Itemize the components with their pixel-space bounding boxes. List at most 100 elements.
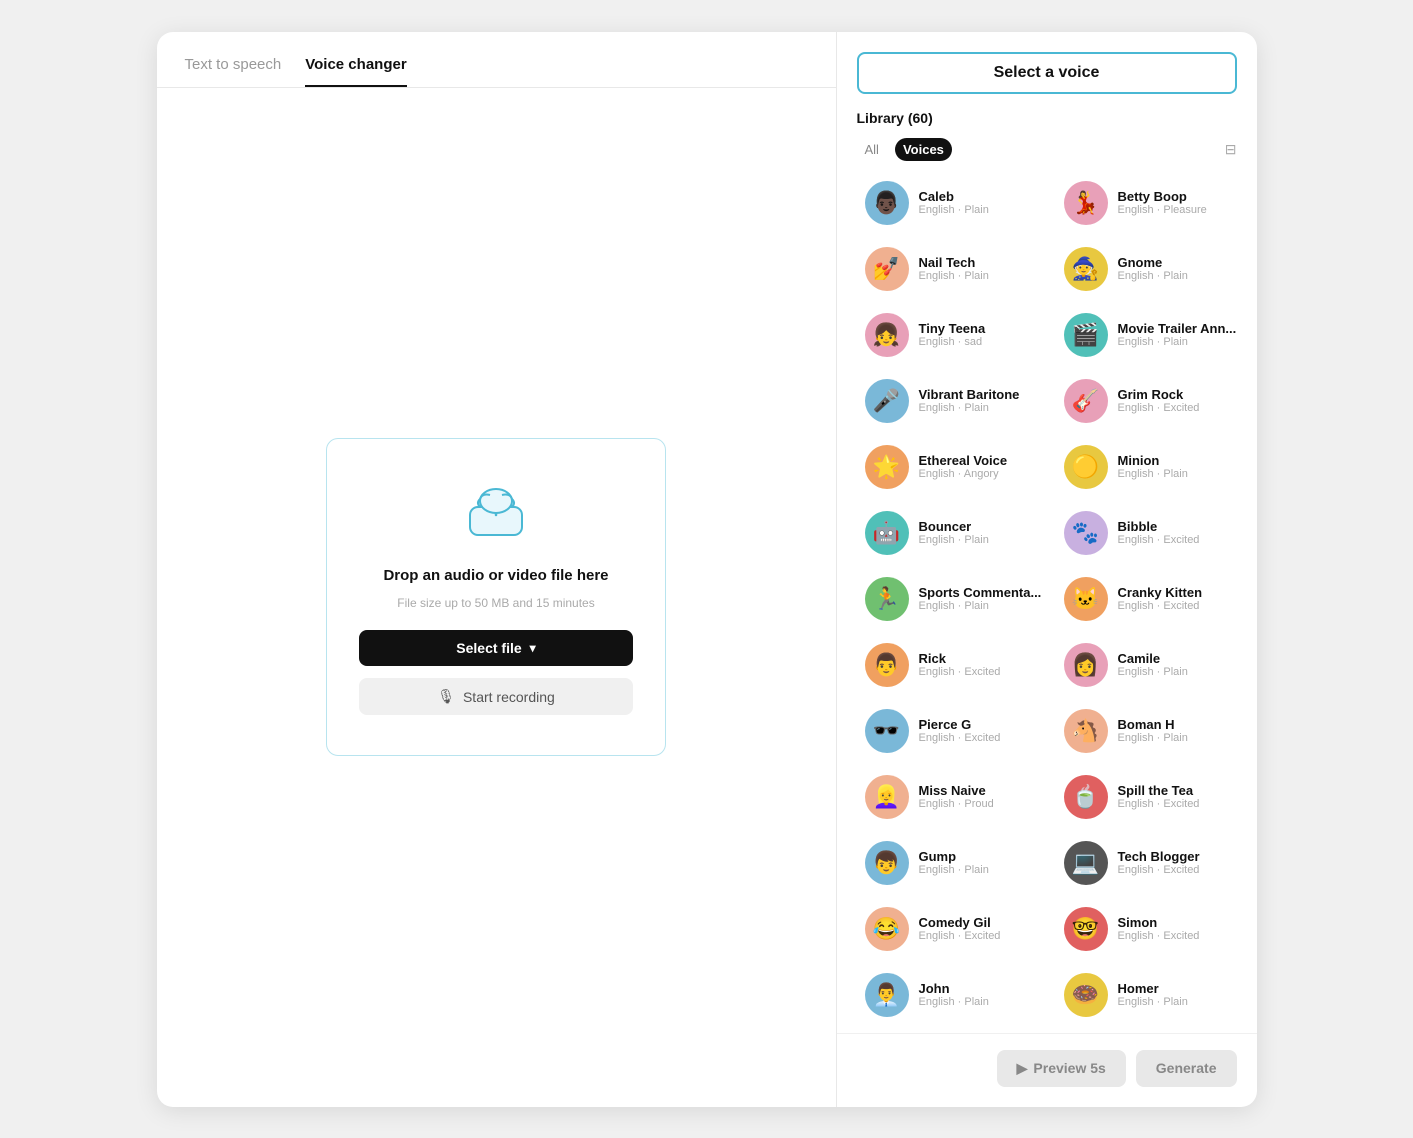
select-file-label: Select file — [456, 640, 521, 656]
right-panel: Select a voice Library (60) All Voices ⊟… — [837, 32, 1257, 1107]
voice-item[interactable]: 🟡 Minion English · Plain — [1056, 437, 1249, 497]
voice-name: Pierce G — [919, 717, 1001, 732]
voice-item[interactable]: 👱‍♀️ Miss Naive English · Proud — [857, 767, 1050, 827]
voice-sub: English · Plain — [1118, 270, 1188, 282]
voice-sub: English · Plain — [919, 270, 989, 282]
voice-item[interactable]: 👨🏿 Caleb English · Plain — [857, 173, 1050, 233]
voice-avatar: 🟡 — [1064, 445, 1108, 489]
voice-item[interactable]: 🕶️ Pierce G English · Excited — [857, 701, 1050, 761]
voice-info: Tech Blogger English · Excited — [1118, 849, 1200, 876]
voice-item[interactable]: 🎸 Grim Rock English · Excited — [1056, 371, 1249, 431]
voice-item[interactable]: 🍩 Homer English · Plain — [1056, 965, 1249, 1025]
generate-button[interactable]: Generate — [1136, 1050, 1237, 1087]
voice-name: Comedy Gil — [919, 915, 1001, 930]
preview-button[interactable]: ▶ Preview 5s — [997, 1050, 1126, 1087]
voice-info: Caleb English · Plain — [919, 189, 989, 216]
voice-avatar: 🤖 — [865, 511, 909, 555]
voice-avatar: 🍩 — [1064, 973, 1108, 1017]
tabs-bar: Text to speech Voice changer — [157, 32, 836, 88]
voice-name: Grim Rock — [1118, 387, 1200, 402]
voice-info: Minion English · Plain — [1118, 453, 1188, 480]
voice-item[interactable]: 😂 Comedy Gil English · Excited — [857, 899, 1050, 959]
voice-item[interactable]: 🐾 Bibble English · Excited — [1056, 503, 1249, 563]
filter-icon[interactable]: ⊟ — [1225, 141, 1237, 158]
voice-item[interactable]: 💻 Tech Blogger English · Excited — [1056, 833, 1249, 893]
voice-item[interactable]: 💃 Betty Boop English · Pleasure — [1056, 173, 1249, 233]
voices-grid: 👨🏿 Caleb English · Plain 💃 Betty Boop En… — [857, 173, 1249, 1025]
voice-info: Miss Naive English · Proud — [919, 783, 994, 810]
tab-voice-changer[interactable]: Voice changer — [305, 56, 406, 87]
voice-name: Simon — [1118, 915, 1200, 930]
voice-info: Spill the Tea English · Excited — [1118, 783, 1200, 810]
voice-info: Comedy Gil English · Excited — [919, 915, 1001, 942]
voice-item[interactable]: 👧 Tiny Teena English · sad — [857, 305, 1050, 365]
voice-avatar: 👨🏿 — [865, 181, 909, 225]
voice-item[interactable]: 🏃 Sports Commenta... English · Plain — [857, 569, 1050, 629]
voice-info: Movie Trailer Ann... English · Plain — [1118, 321, 1237, 348]
voice-sub: English · Excited — [919, 666, 1001, 678]
voice-name: Nail Tech — [919, 255, 989, 270]
voice-sub: English · Plain — [1118, 732, 1188, 744]
voice-name: Betty Boop — [1118, 189, 1207, 204]
voice-name: Sports Commenta... — [919, 585, 1042, 600]
voice-info: Gnome English · Plain — [1118, 255, 1188, 282]
chevron-down-icon: ▾ — [530, 641, 536, 655]
voice-item[interactable]: 👩 Camile English · Plain — [1056, 635, 1249, 695]
left-panel: Text to speech Voice changer Drop an aud… — [157, 32, 837, 1107]
voice-info: Sports Commenta... English · Plain — [919, 585, 1042, 612]
voice-item[interactable]: 🤖 Bouncer English · Plain — [857, 503, 1050, 563]
record-label: Start recording — [463, 689, 555, 705]
filter-all[interactable]: All — [857, 138, 887, 161]
voice-sub: English · Excited — [1118, 864, 1200, 876]
voice-sub: English · Plain — [919, 534, 989, 546]
voice-item[interactable]: 👨‍💼 John English · Plain — [857, 965, 1050, 1025]
voice-name: Rick — [919, 651, 1001, 666]
preview-label: Preview 5s — [1033, 1060, 1105, 1076]
voice-avatar: 👩 — [1064, 643, 1108, 687]
voice-item[interactable]: 🌟 Ethereal Voice English · Angory — [857, 437, 1050, 497]
voice-item[interactable]: 💅 Nail Tech English · Plain — [857, 239, 1050, 299]
voice-item[interactable]: 👨 Rick English · Excited — [857, 635, 1050, 695]
voice-item[interactable]: 🍵 Spill the Tea English · Excited — [1056, 767, 1249, 827]
voice-avatar: 🎬 — [1064, 313, 1108, 357]
voice-item[interactable]: 🧙 Gnome English · Plain — [1056, 239, 1249, 299]
voice-item[interactable]: 🐱 Cranky Kitten English · Excited — [1056, 569, 1249, 629]
voice-name: Bibble — [1118, 519, 1200, 534]
upload-icon — [466, 479, 526, 551]
voice-avatar: 🌟 — [865, 445, 909, 489]
voice-avatar: 🤓 — [1064, 907, 1108, 951]
voice-item[interactable]: 🐴 Boman H English · Plain — [1056, 701, 1249, 761]
voice-sub: English · Excited — [919, 930, 1001, 942]
select-file-button[interactable]: Select file ▾ — [359, 630, 633, 666]
voice-name: Camile — [1118, 651, 1188, 666]
voice-info: John English · Plain — [919, 981, 989, 1008]
voice-sub: English · Plain — [1118, 468, 1188, 480]
voice-avatar: 👨 — [865, 643, 909, 687]
voice-sub: English · Excited — [1118, 600, 1203, 612]
voice-avatar: 👧 — [865, 313, 909, 357]
voice-avatar: 🎸 — [1064, 379, 1108, 423]
voice-name: Gump — [919, 849, 989, 864]
voice-item[interactable]: 🤓 Simon English · Excited — [1056, 899, 1249, 959]
voice-name: Tech Blogger — [1118, 849, 1200, 864]
voice-avatar: 🐱 — [1064, 577, 1108, 621]
voice-item[interactable]: 👦 Gump English · Plain — [857, 833, 1050, 893]
voice-item[interactable]: 🎤 Vibrant Baritone English · Plain — [857, 371, 1050, 431]
voice-sub: English · Plain — [919, 864, 989, 876]
voice-info: Gump English · Plain — [919, 849, 989, 876]
voices-list: 👨🏿 Caleb English · Plain 💃 Betty Boop En… — [837, 173, 1257, 1025]
tab-text-to-speech[interactable]: Text to speech — [185, 56, 282, 87]
voice-name: Ethereal Voice — [919, 453, 1008, 468]
filter-voices[interactable]: Voices — [895, 138, 952, 161]
voice-sub: English · Pleasure — [1118, 204, 1207, 216]
start-recording-button[interactable]: 🎙 Start recording — [359, 678, 633, 715]
voice-info: Cranky Kitten English · Excited — [1118, 585, 1203, 612]
voice-sub: English · Excited — [1118, 534, 1200, 546]
voice-name: Bouncer — [919, 519, 989, 534]
voice-name: Homer — [1118, 981, 1188, 996]
voice-info: Nail Tech English · Plain — [919, 255, 989, 282]
voice-info: Camile English · Plain — [1118, 651, 1188, 678]
voice-item[interactable]: 🎬 Movie Trailer Ann... English · Plain — [1056, 305, 1249, 365]
voice-sub: English · Excited — [1118, 402, 1200, 414]
voice-name: Tiny Teena — [919, 321, 986, 336]
